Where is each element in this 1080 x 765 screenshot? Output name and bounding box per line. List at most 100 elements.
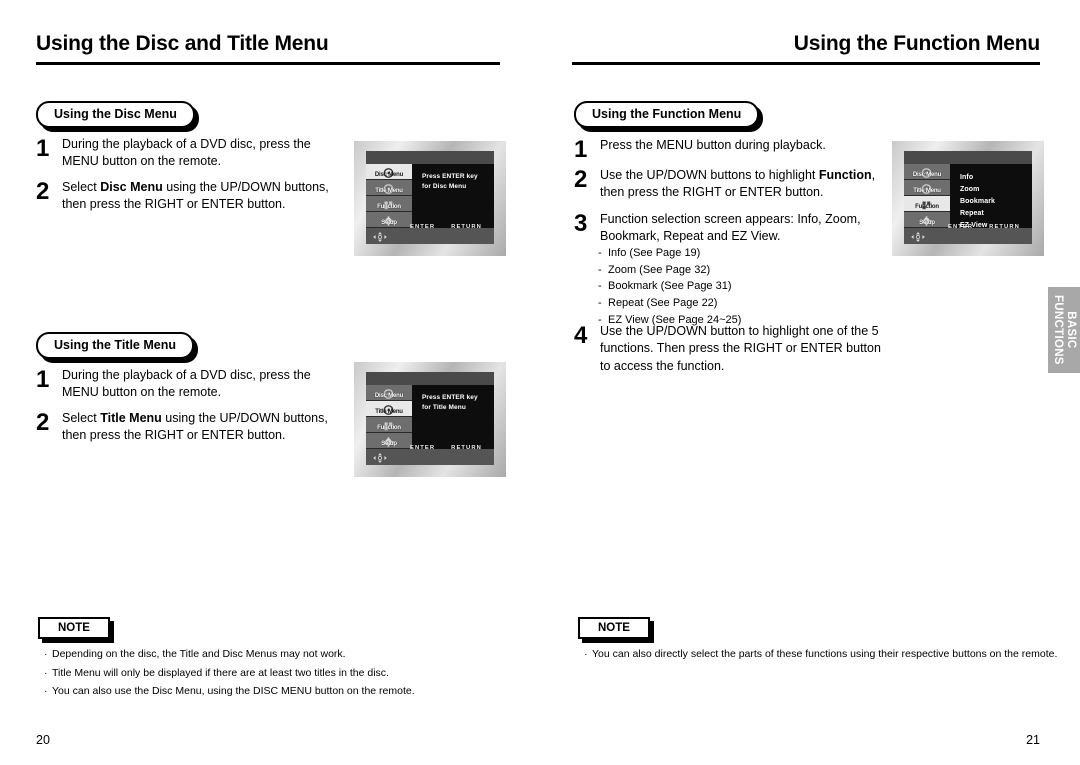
- tv-menu-item-title-menu[interactable]: Title Menu: [366, 401, 412, 417]
- tv-body-text: Press ENTER key for Disc Menu: [412, 164, 494, 228]
- note-line-text: You can also directly select the parts o…: [592, 648, 1058, 660]
- tv-menu-item-label: Setup: [381, 220, 397, 226]
- tv-bottom-bar: ENTER RETURN M E N U: [366, 445, 494, 465]
- step-text: Use the UP/DOWN button to highlight one …: [592, 323, 894, 375]
- step-number: 1: [36, 135, 50, 162]
- note-line: · Title Menu will only be displayed if th…: [44, 664, 415, 683]
- step-text-pre: During the playback of a DVD disc, press…: [62, 137, 311, 169]
- dpad-icon: [372, 230, 388, 242]
- pill-label: Using the Title Menu: [36, 332, 194, 359]
- note-line: · You can also directly select the parts …: [584, 645, 1057, 664]
- tv-key-return: RETURN: [451, 224, 482, 230]
- tv-menu-item-setup[interactable]: Setup: [904, 212, 950, 228]
- dash-icon: -: [598, 263, 602, 276]
- page-title-rule-left: [36, 62, 500, 65]
- tv-menu-item-function[interactable]: Function: [904, 196, 950, 212]
- pill-label: Using the Function Menu: [574, 101, 760, 128]
- tv-menu-item-label: Title Menu: [913, 188, 941, 194]
- tv-menu-item-disc-menu[interactable]: Disc Menu: [366, 164, 412, 180]
- page-number-left: 20: [36, 733, 50, 747]
- section-heading-disc-menu: Using the Disc Menu: [36, 101, 199, 132]
- note-lines-right: · You can also directly select the parts …: [584, 645, 1057, 664]
- step-text: Select Title Menu using the UP/DOWN butt…: [54, 410, 336, 445]
- note-label: NOTE: [38, 617, 110, 639]
- step-1-title-menu: 1 During the playback of a DVD disc, pre…: [36, 367, 336, 402]
- tv-bottom-keys: ENTER RETURN M E N U: [410, 224, 494, 244]
- tv-menu-item-label: Disc Menu: [374, 172, 404, 178]
- step-text-pre: Use the UP/DOWN buttons to highlight: [600, 168, 819, 182]
- side-tab-line1: BASIC: [1064, 311, 1077, 349]
- tv-bottom-bar: ENTER RETURN M E N U: [904, 224, 1032, 244]
- tv-key-enter: ENTER: [410, 224, 436, 230]
- step-text-pre: Use the UP/DOWN button to highlight one …: [600, 324, 881, 373]
- tv-body-line: Bookmark: [960, 197, 996, 205]
- tv-screen-function-menu: Disc Menu Title Menu Function Setup Info…: [892, 141, 1044, 256]
- step-text-pre: Press the MENU button during playback.: [600, 138, 826, 152]
- tv-body-text: Press ENTER key for Title Menu: [412, 385, 494, 449]
- tv-menu-item-label: Disc Menu: [912, 172, 942, 178]
- tv-menu-item-disc-menu[interactable]: Disc Menu: [366, 385, 412, 401]
- tv-menu-item-title-menu[interactable]: Title Menu: [904, 180, 950, 196]
- note-lines-left: · Depending on the disc, the Title and Di…: [44, 645, 415, 701]
- section-heading-title-menu: Using the Title Menu: [36, 332, 198, 363]
- step-text-pre: During the playback of a DVD disc, press…: [62, 368, 311, 400]
- dash-icon: -: [598, 280, 602, 293]
- pill-label: Using the Disc Menu: [36, 101, 195, 128]
- tv-body-line: for Title Menu: [422, 404, 466, 412]
- step-3-function-menu: 3 Function selection screen appears: Inf…: [574, 211, 879, 246]
- step-text: Select Disc Menu using the UP/DOWN butto…: [54, 179, 336, 214]
- tv-key-return: RETURN: [989, 224, 1020, 230]
- tv-body-line: for Disc Menu: [422, 183, 467, 191]
- dash-icon: -: [598, 247, 602, 259]
- tv-body-line: Zoom: [960, 185, 980, 193]
- function-list: - Info (See Page 19) - Zoom (See Page 32) …: [598, 245, 741, 329]
- tv-top-bar: [904, 151, 1032, 164]
- tv-menu-item-function[interactable]: Function: [366, 196, 412, 212]
- function-list-item: - Info (See Page 19): [598, 245, 741, 262]
- side-tab-basic-functions: BASIC FUNCTIONS: [1048, 287, 1080, 373]
- side-tab-label: BASIC FUNCTIONS: [1051, 295, 1077, 365]
- step-text: Use the UP/DOWN buttons to highlight Fun…: [592, 167, 879, 202]
- step-text-pre: Select: [62, 180, 101, 194]
- tv-menu-item-label: Title Menu: [375, 409, 403, 415]
- left-page: Using the Disc and Title Menu Using the …: [0, 0, 540, 765]
- function-list-label: Info (See Page 19): [608, 247, 701, 259]
- step-1-function-menu: 1 Press the MENU button during playback.: [574, 137, 874, 162]
- bullet-icon: ·: [44, 685, 48, 698]
- tv-top-bar: [366, 372, 494, 385]
- tv-screen-disc-menu: Disc Menu Title Menu Function Setup Pres…: [354, 141, 506, 256]
- note-line-text: Title Menu will only be displayed if the…: [52, 666, 389, 679]
- tv-bottom-keys: ENTER RETURN M E N U: [410, 445, 494, 465]
- tv-menu-item-label: Function: [377, 204, 401, 210]
- tv-body-text: Info Zoom Bookmark Repeat EZ View: [950, 164, 1032, 229]
- tv-body-line: Press ENTER key: [422, 394, 478, 401]
- step-number: 1: [36, 366, 50, 393]
- step-text: Function selection screen appears: Info,…: [592, 211, 879, 246]
- function-list-label: Bookmark (See Page 31): [608, 280, 732, 293]
- dpad-icon: [910, 230, 926, 242]
- note-box-left: NOTE: [38, 617, 114, 643]
- step-2-disc-menu: 2 Select Disc Menu using the UP/DOWN but…: [36, 179, 336, 214]
- tv-menu-item-function[interactable]: Function: [366, 417, 412, 433]
- tv-menu-item-setup[interactable]: Setup: [366, 212, 412, 228]
- step-number: 2: [36, 178, 50, 205]
- tv-inner: Disc Menu Title Menu Function: [904, 151, 1032, 244]
- step-number: 1: [574, 136, 588, 163]
- tv-menu-item-label: Function: [377, 425, 401, 431]
- dpad-icon: [372, 451, 388, 463]
- page-number-right: 21: [1026, 733, 1040, 747]
- tv-inner: Disc Menu Title Menu Function: [366, 372, 494, 465]
- step-text-pre: Function selection screen appears: Info,…: [600, 212, 861, 244]
- step-text: Press the MENU button during playback.: [592, 137, 826, 154]
- function-list-label: Repeat (See Page 22): [608, 297, 718, 310]
- function-list-item: - Zoom (See Page 32): [598, 262, 741, 279]
- tv-menu-item-label: Disc Menu: [374, 393, 404, 399]
- tv-menu-item-disc-menu[interactable]: Disc Menu: [904, 164, 950, 180]
- tv-menu-item-setup[interactable]: Setup: [366, 433, 412, 449]
- step-text-pre: Select: [62, 411, 101, 425]
- note-line: · Depending on the disc, the Title and Di…: [44, 645, 415, 664]
- tv-menu-item-title-menu[interactable]: Title Menu: [366, 180, 412, 196]
- bullet-icon: ·: [44, 648, 48, 660]
- bullet-icon: ·: [584, 648, 588, 660]
- tv-body-line: Info: [960, 174, 974, 181]
